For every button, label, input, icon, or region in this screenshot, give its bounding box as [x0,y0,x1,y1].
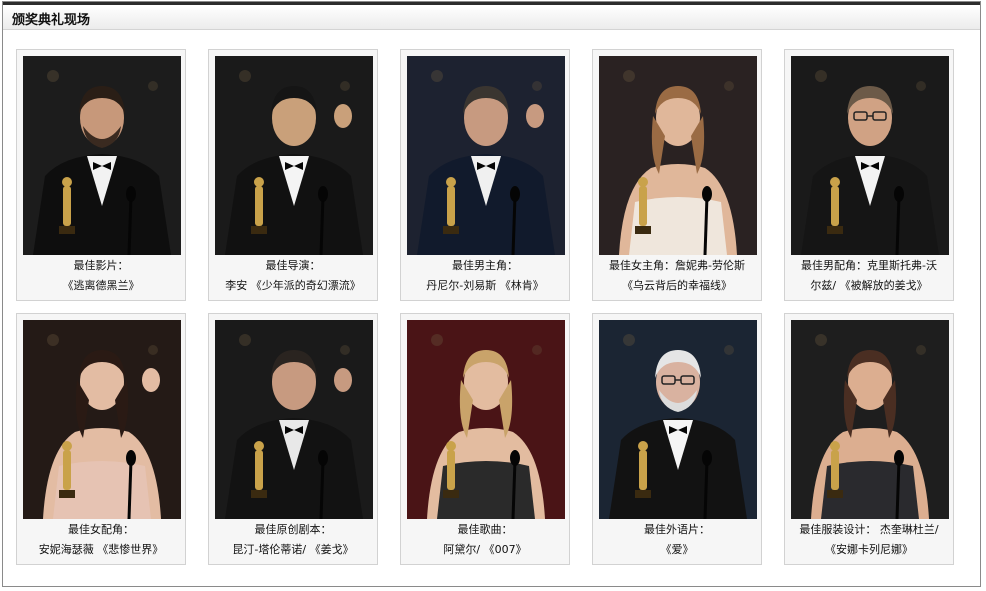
winner-photo[interactable] [599,320,757,519]
winner-card[interactable]: 最佳女配角： 安妮海瑟薇 《悲惨世界》 [16,313,186,565]
winner-film-caption[interactable]: 昆汀-塔伦蒂诺/ 《姜戈》 [209,543,377,557]
award-category: 最佳影片： [73,259,129,272]
winner-film-caption[interactable]: 《安娜卡列尼娜》 [785,543,953,557]
winner-film-caption[interactable]: 尔兹/ 《被解放的姜戈》 [785,279,953,293]
winner-card[interactable]: 最佳服装设计： 杰奎琳杜兰/ 《安娜卡列尼娜》 [784,313,954,565]
winner-card[interactable]: 最佳原创剧本： 昆汀-塔伦蒂诺/ 《姜戈》 [208,313,378,565]
oscar-winner-image [791,56,949,255]
winner-photo[interactable] [407,56,565,255]
winner-film-caption[interactable]: 安妮海瑟薇 《悲惨世界》 [17,543,185,557]
award-category: 最佳导演： [265,259,321,272]
oscar-winner-image [791,320,949,519]
oscar-winner-image [599,320,757,519]
winner-film-caption[interactable]: 丹尼尔-刘易斯 《林肯》 [401,279,569,293]
oscar-winner-image [599,56,757,255]
winner-film-caption[interactable]: 《乌云背后的幸福线》 [593,279,761,293]
oscar-winner-image [407,320,565,519]
award-category: 最佳女配角： [68,523,134,536]
winner-photo[interactable] [791,56,949,255]
winner-card[interactable]: 最佳导演： 李安 《少年派的奇幻漂流》 [208,49,378,301]
award-category: 最佳男主角： [452,259,518,272]
winner-card[interactable]: 最佳外语片： 《爱》 [592,313,762,565]
oscar-winner-image [407,56,565,255]
award-category: 最佳外语片： [644,523,710,536]
winner-card[interactable]: 最佳男配角：克里斯托弗-沃尔兹/ 《被解放的姜戈》 [784,49,954,301]
oscar-winner-image [23,56,181,255]
winner-film-caption[interactable]: 李安 《少年派的奇幻漂流》 [209,279,377,293]
award-category: 最佳歌曲： [457,523,513,536]
winner-card[interactable]: 最佳影片： 《逃离德黑兰》 [16,49,186,301]
winner-photo[interactable] [23,56,181,255]
award-category: 最佳女主角：詹妮弗-劳伦斯 [609,259,745,272]
panel-title: 颁奖典礼现场 [12,13,91,28]
winner-photo[interactable] [215,56,373,255]
award-category: 最佳男配角：克里斯托弗-沃 [801,259,937,272]
oscar-winner-image [215,56,373,255]
winner-photo[interactable] [407,320,565,519]
winner-photo[interactable] [215,320,373,519]
winner-photo[interactable] [599,56,757,255]
panel-header: 颁奖典礼现场 [3,2,980,30]
oscar-winner-image [215,320,373,519]
award-category: 最佳原创剧本： [254,523,332,536]
winner-film-caption[interactable]: 《逃离德黑兰》 [17,279,185,293]
winner-photo[interactable] [791,320,949,519]
oscar-winner-image [23,320,181,519]
winner-card[interactable]: 最佳男主角： 丹尼尔-刘易斯 《林肯》 [400,49,570,301]
winner-film-caption[interactable]: 阿黛尔/ 《007》 [401,543,569,557]
winner-card[interactable]: 最佳歌曲： 阿黛尔/ 《007》 [400,313,570,565]
winner-film-caption[interactable]: 《爱》 [593,543,761,557]
winner-card[interactable]: 最佳女主角：詹妮弗-劳伦斯《乌云背后的幸福线》 [592,49,762,301]
award-category: 最佳服装设计： 杰奎琳杜兰/ [799,523,939,536]
winner-photo[interactable] [23,320,181,519]
